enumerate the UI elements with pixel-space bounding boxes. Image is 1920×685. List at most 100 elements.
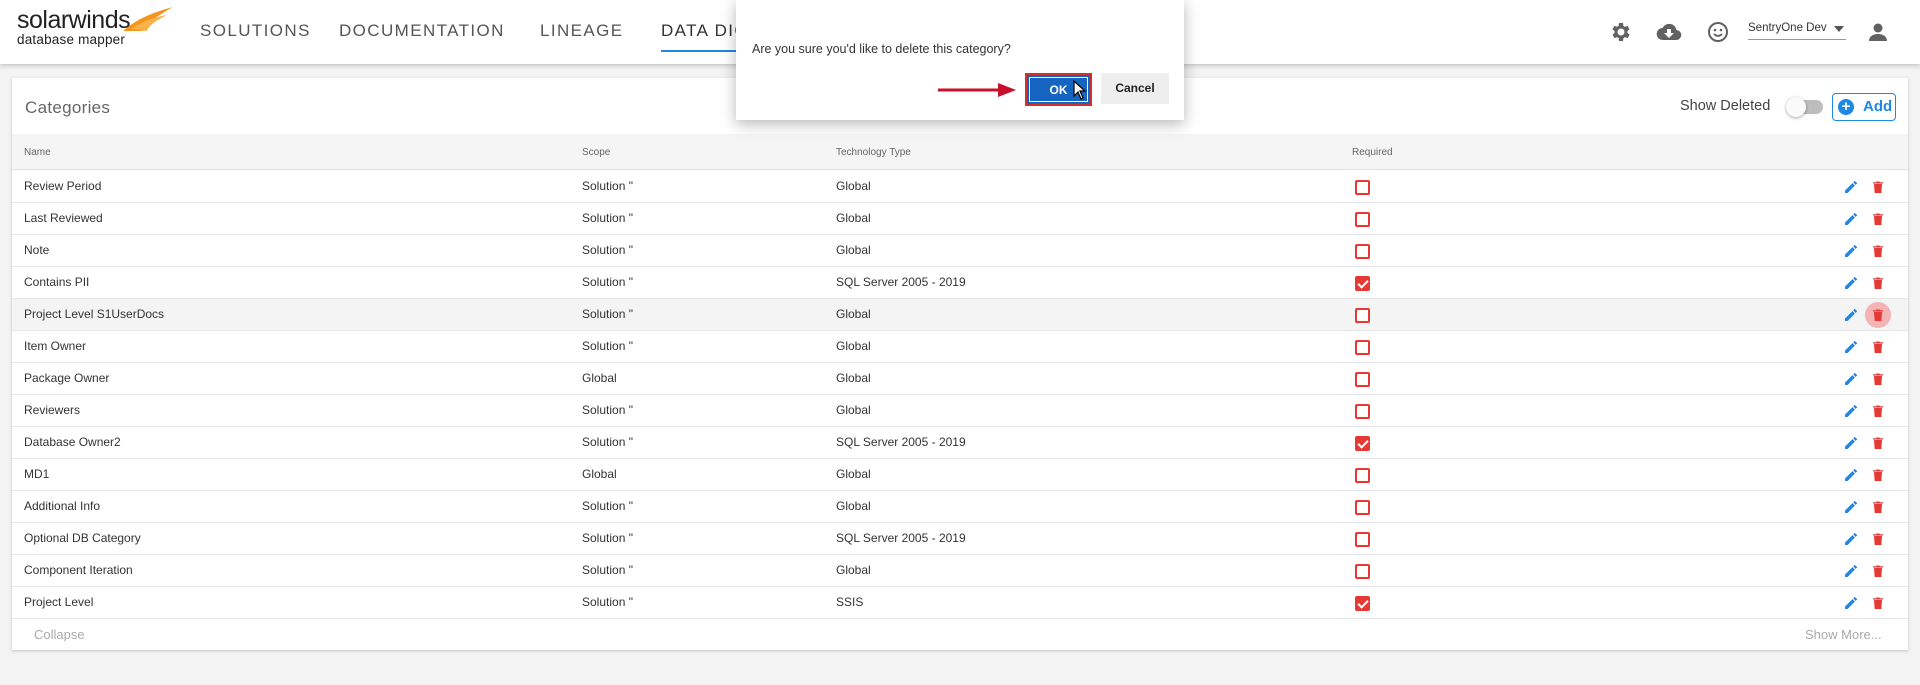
solarwinds-logo[interactable]: solarwinds database mapper bbox=[17, 7, 173, 47]
user-select[interactable]: SentryOne Dev bbox=[1748, 22, 1846, 40]
cloud-download-icon[interactable] bbox=[1656, 20, 1682, 44]
delete-trash-icon[interactable] bbox=[1871, 468, 1885, 482]
edit-pencil-icon[interactable] bbox=[1844, 308, 1858, 322]
collapse-link[interactable]: Collapse bbox=[34, 627, 85, 642]
column-header-technology-type[interactable]: Technology Type bbox=[836, 147, 911, 158]
required-checkbox[interactable] bbox=[1355, 212, 1370, 227]
table-row[interactable]: Package Owner Global Global bbox=[12, 363, 1908, 395]
table-header: Name Scope Technology Type Required bbox=[12, 134, 1908, 170]
required-checkbox[interactable] bbox=[1355, 180, 1370, 195]
cell-scope: Solution " bbox=[582, 435, 633, 449]
table-row[interactable]: Note Solution " Global bbox=[12, 235, 1908, 267]
cell-scope: Global bbox=[582, 371, 617, 385]
smiley-icon[interactable] bbox=[1706, 20, 1730, 44]
table-row[interactable]: Project Level Solution " SSIS bbox=[12, 587, 1908, 619]
add-button-label: Add bbox=[1863, 98, 1893, 115]
column-header-required[interactable]: Required bbox=[1352, 147, 1393, 158]
delete-trash-icon[interactable] bbox=[1871, 500, 1885, 514]
cell-scope: Solution " bbox=[582, 531, 633, 545]
categories-table-body: Review Period Solution " Global Last Review… bbox=[12, 171, 1908, 619]
cell-technology-type: SSIS bbox=[836, 595, 864, 609]
table-row[interactable]: Review Period Solution " Global bbox=[12, 171, 1908, 203]
required-checkbox[interactable] bbox=[1355, 308, 1370, 323]
add-category-button[interactable]: + Add bbox=[1832, 93, 1896, 121]
plus-circle-icon: + bbox=[1838, 99, 1854, 115]
cell-name: Contains PII bbox=[24, 275, 90, 289]
delete-trash-icon[interactable] bbox=[1871, 436, 1885, 450]
cell-name: Reviewers bbox=[24, 403, 81, 417]
delete-trash-icon[interactable] bbox=[1871, 340, 1885, 354]
required-checkbox[interactable] bbox=[1355, 404, 1370, 419]
edit-pencil-icon[interactable] bbox=[1844, 436, 1858, 450]
edit-pencil-icon[interactable] bbox=[1844, 212, 1858, 226]
table-row[interactable]: MD1 Global Global bbox=[12, 459, 1908, 491]
gear-icon[interactable] bbox=[1609, 20, 1633, 44]
cancel-button[interactable]: Cancel bbox=[1101, 73, 1169, 104]
delete-trash-icon[interactable] bbox=[1871, 596, 1885, 610]
user-icon[interactable] bbox=[1866, 20, 1890, 44]
cell-name: Component Iteration bbox=[24, 563, 133, 577]
table-row[interactable]: Contains PII Solution " SQL Server 2005 - … bbox=[12, 267, 1908, 299]
cell-technology-type: SQL Server 2005 - 2019 bbox=[836, 275, 966, 289]
table-row[interactable]: Database Owner2 Solution " SQL Server 2005… bbox=[12, 427, 1908, 459]
edit-pencil-icon[interactable] bbox=[1844, 276, 1858, 290]
nav-solutions[interactable]: SOLUTIONS bbox=[200, 0, 311, 64]
chevron-down-icon bbox=[1834, 26, 1844, 32]
edit-pencil-icon[interactable] bbox=[1844, 340, 1858, 354]
mouse-cursor-icon bbox=[1073, 80, 1087, 100]
table-row[interactable]: Project Level S1UserDocs Solution " Global bbox=[12, 299, 1908, 331]
cell-name: MD1 bbox=[24, 467, 50, 481]
edit-pencil-icon[interactable] bbox=[1844, 532, 1858, 546]
delete-trash-icon[interactable] bbox=[1871, 244, 1885, 258]
cell-technology-type: Global bbox=[836, 307, 871, 321]
delete-trash-icon[interactable] bbox=[1871, 212, 1885, 226]
required-checkbox[interactable] bbox=[1355, 244, 1370, 259]
required-checkbox[interactable] bbox=[1355, 468, 1370, 483]
required-checkbox[interactable] bbox=[1355, 500, 1370, 515]
delete-trash-icon[interactable] bbox=[1871, 372, 1885, 386]
cell-technology-type: Global bbox=[836, 403, 871, 417]
required-checkbox[interactable] bbox=[1355, 564, 1370, 579]
required-checkbox[interactable] bbox=[1355, 436, 1370, 451]
cell-technology-type: Global bbox=[836, 211, 871, 225]
show-more-link[interactable]: Show More... bbox=[1805, 627, 1882, 642]
edit-pencil-icon[interactable] bbox=[1844, 500, 1858, 514]
required-checkbox[interactable] bbox=[1355, 372, 1370, 387]
table-row[interactable]: Additional Info Solution " Global bbox=[12, 491, 1908, 523]
nav-documentation[interactable]: DOCUMENTATION bbox=[339, 0, 505, 64]
delete-trash-icon[interactable] bbox=[1871, 308, 1885, 322]
delete-trash-icon[interactable] bbox=[1871, 404, 1885, 418]
edit-pencil-icon[interactable] bbox=[1844, 372, 1858, 386]
required-checkbox[interactable] bbox=[1355, 532, 1370, 547]
edit-pencil-icon[interactable] bbox=[1844, 564, 1858, 578]
column-header-name[interactable]: Name bbox=[24, 147, 51, 158]
show-deleted-toggle[interactable] bbox=[1786, 97, 1823, 117]
cell-technology-type: Global bbox=[836, 339, 871, 353]
table-row[interactable]: Optional DB Category Solution " SQL Server… bbox=[12, 523, 1908, 555]
table-row[interactable]: Item Owner Solution " Global bbox=[12, 331, 1908, 363]
edit-pencil-icon[interactable] bbox=[1844, 244, 1858, 258]
edit-pencil-icon[interactable] bbox=[1844, 180, 1858, 194]
flame-logo-icon bbox=[123, 7, 173, 31]
table-row[interactable]: Reviewers Solution " Global bbox=[12, 395, 1908, 427]
cell-scope: Solution " bbox=[582, 403, 633, 417]
cell-name: Project Level S1UserDocs bbox=[24, 307, 165, 321]
edit-pencil-icon[interactable] bbox=[1844, 468, 1858, 482]
required-checkbox[interactable] bbox=[1355, 596, 1370, 611]
required-checkbox[interactable] bbox=[1355, 276, 1370, 291]
table-row[interactable]: Last Reviewed Solution " Global bbox=[12, 203, 1908, 235]
delete-trash-icon[interactable] bbox=[1871, 532, 1885, 546]
cell-technology-type: Global bbox=[836, 371, 871, 385]
required-checkbox[interactable] bbox=[1355, 340, 1370, 355]
table-row[interactable]: Component Iteration Solution " Global bbox=[12, 555, 1908, 587]
nav-lineage[interactable]: LINEAGE bbox=[540, 0, 624, 64]
nav-data-dictionary[interactable]: DATA DIC bbox=[661, 0, 739, 64]
delete-trash-icon[interactable] bbox=[1871, 276, 1885, 290]
cell-name: Additional Info bbox=[24, 499, 101, 513]
edit-pencil-icon[interactable] bbox=[1844, 596, 1858, 610]
column-header-scope[interactable]: Scope bbox=[582, 147, 610, 158]
cell-name: Item Owner bbox=[24, 339, 87, 353]
edit-pencil-icon[interactable] bbox=[1844, 404, 1858, 418]
delete-trash-icon[interactable] bbox=[1871, 564, 1885, 578]
delete-trash-icon[interactable] bbox=[1871, 180, 1885, 194]
